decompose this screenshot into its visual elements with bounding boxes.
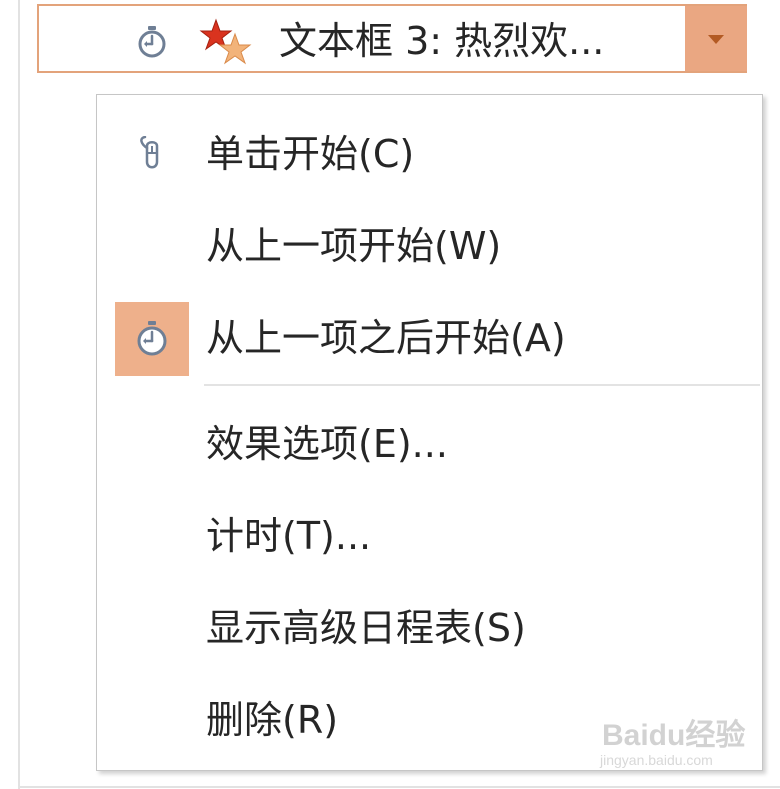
animation-list-item[interactable]: 文本框 3: 热烈欢... — [37, 4, 747, 73]
menu-item-timing[interactable]: 计时(T)... — [97, 489, 762, 581]
panel-bottom-border — [18, 786, 780, 788]
watermark: Baidu经验 jingyan.baidu.com — [596, 706, 746, 776]
menu-item-label: 效果选项(E)... — [206, 422, 448, 466]
menu-item-show-advanced-timeline[interactable]: 显示高级日程表(S) — [97, 581, 762, 673]
menu-separator — [204, 384, 760, 386]
animation-item-label: 文本框 3: 热烈欢... — [279, 19, 605, 63]
watermark-url: jingyan.baidu.com — [600, 752, 713, 768]
watermark-text: Baidu经验 — [602, 719, 746, 752]
stopwatch-icon — [137, 321, 167, 356]
menu-item-label: 从上一项开始(W) — [206, 224, 502, 268]
menu-item-label: 单击开始(C) — [206, 132, 415, 176]
emphasis-stars-icon — [199, 18, 252, 65]
animation-item-dropdown-button[interactable] — [685, 6, 747, 71]
panel-left-border — [18, 0, 20, 789]
mouse-icon — [140, 136, 159, 169]
menu-item-start-with-previous[interactable]: 从上一项开始(W) — [97, 199, 762, 291]
menu-item-label: 显示高级日程表(S) — [206, 606, 526, 650]
animation-context-menu: 单击开始(C) 从上一项开始(W) 从上一项之后开始(A) 效果选项(E)...… — [96, 94, 763, 771]
menu-item-check-highlight — [115, 302, 189, 376]
stopwatch-icon — [138, 26, 166, 58]
menu-item-label: 计时(T)... — [206, 514, 372, 558]
menu-item-label: 删除(R) — [206, 698, 339, 742]
menu-item-effect-options[interactable]: 效果选项(E)... — [97, 397, 762, 489]
menu-item-start-after-previous[interactable]: 从上一项之后开始(A) — [97, 291, 762, 383]
menu-item-icon-slot — [115, 118, 189, 192]
menu-item-start-on-click[interactable]: 单击开始(C) — [97, 107, 762, 199]
triangle-down-icon — [708, 35, 724, 44]
menu-item-label: 从上一项之后开始(A) — [206, 316, 566, 360]
